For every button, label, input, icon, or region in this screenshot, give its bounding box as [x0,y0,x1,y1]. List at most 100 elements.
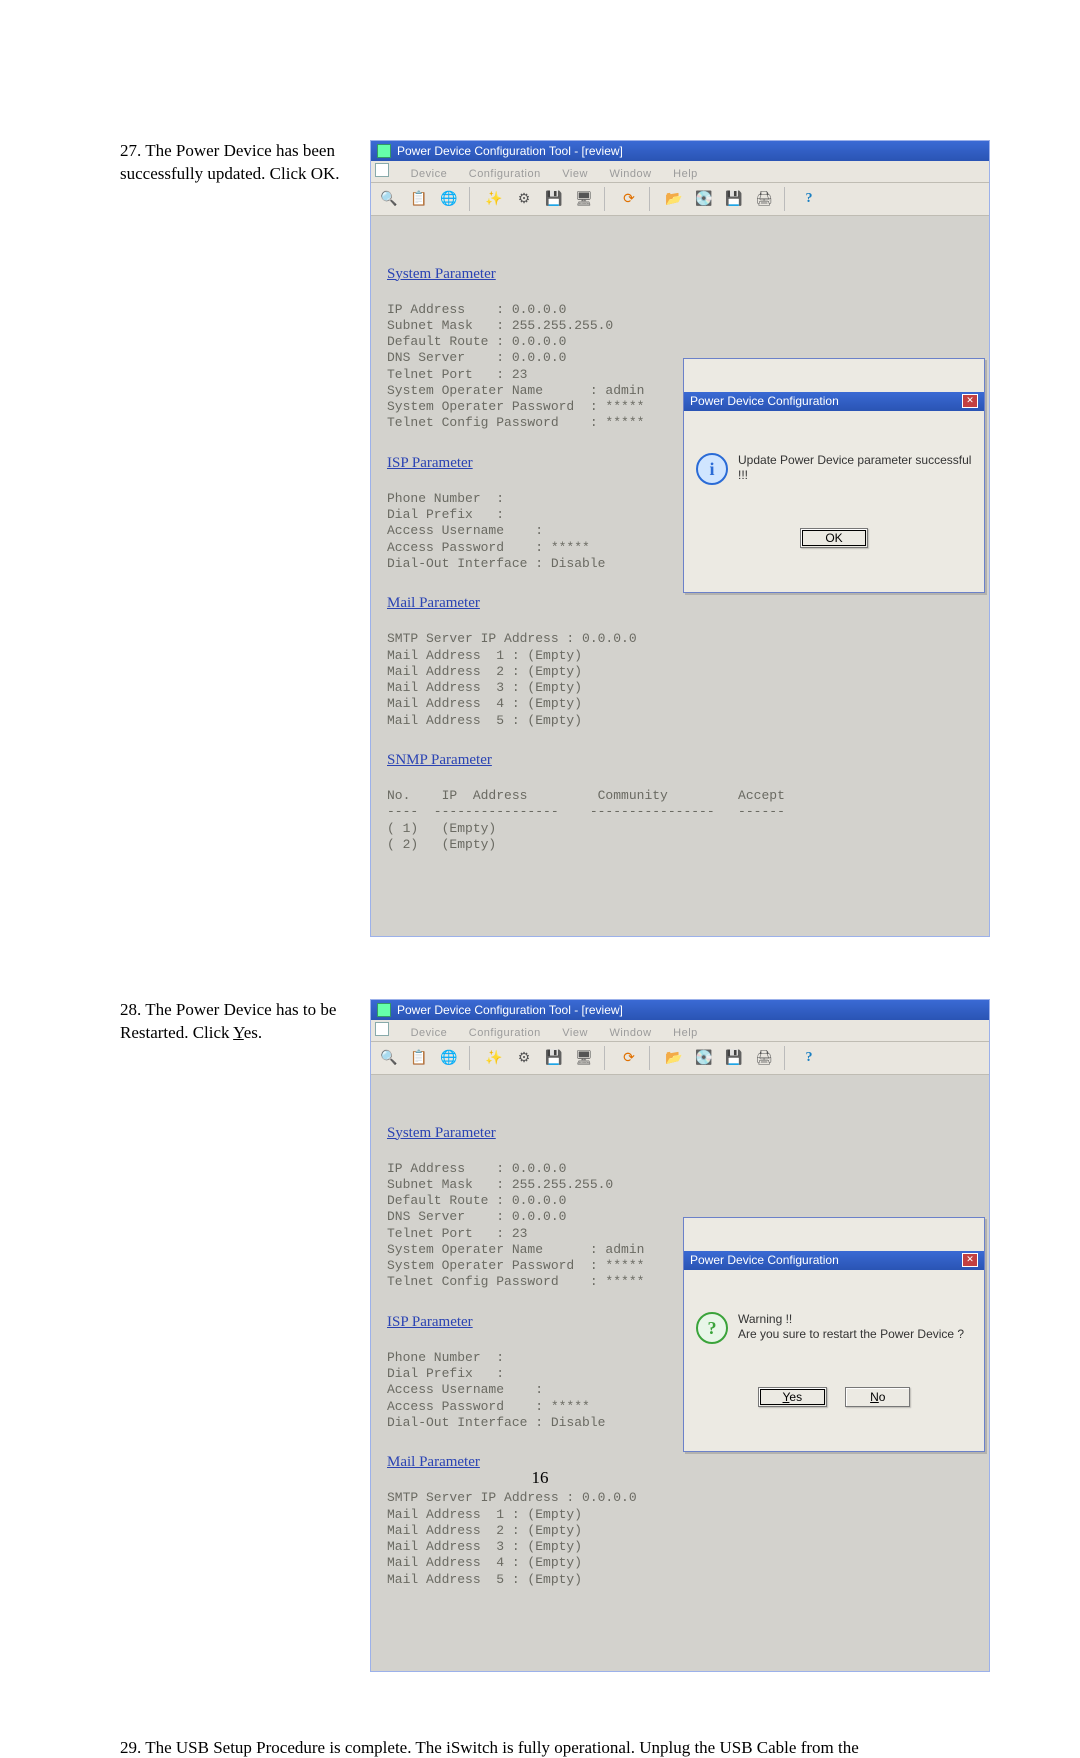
app-icon [377,144,391,158]
printer-icon[interactable]: 🖨 [752,187,776,211]
no-button[interactable]: No [845,1387,910,1407]
mail-param-line: Mail Address 5 : (Empty) [387,1572,582,1587]
floppy-icon[interactable]: 💾 [542,1046,566,1070]
popup-body: ? Warning !! Are you sure to restart the… [684,1302,984,1354]
isp-param-line: Phone Number : [387,1350,504,1365]
popup-titlebar: Power Device Configuration ✕ [684,392,984,411]
menubar[interactable]: Device Configuration View Window Help [371,161,989,183]
step-28-yes-first: Y [233,1023,244,1042]
menu-device[interactable]: Device [411,168,448,180]
list-icon[interactable]: 📋 [407,187,431,211]
step-28-number: 28. [120,1000,141,1019]
gear2-icon[interactable]: ⚙ [512,1046,536,1070]
menu-device[interactable]: Device [411,1027,448,1039]
wand-icon[interactable]: ✨ [482,187,506,211]
system-param-line: IP Address : 0.0.0.0 [387,1161,566,1176]
world-icon[interactable]: 🌐 [437,1046,461,1070]
disk-icon[interactable]: 💽 [692,187,716,211]
step-27-body: The Power Device has been successfully u… [120,141,340,183]
menu-configuration[interactable]: Configuration [469,168,541,180]
search-icon[interactable]: 🔍 [377,1046,401,1070]
step-29-text: 29. The USB Setup Procedure is complete.… [120,1738,990,1758]
printer-icon[interactable]: 🖨 [752,1046,776,1070]
floppy-icon[interactable]: 💾 [542,187,566,211]
system-param-line: DNS Server : 0.0.0.0 [387,350,566,365]
isp-param-line: Access Username : [387,1382,543,1397]
system-param-line: Telnet Config Password : ***** [387,415,644,430]
menu-view[interactable]: View [562,1027,588,1039]
toolbar: 🔍 📋 🌐 ✨ ⚙ 💾 🖥 ⟳ 📂 💽 💾 🖨 ? [371,183,989,216]
disk-icon[interactable]: 💽 [692,1046,716,1070]
snmp-param-line: No. IP Address Community Accept [387,788,785,803]
wand-icon[interactable]: ✨ [482,1046,506,1070]
help-icon[interactable]: ? [797,1046,821,1070]
menu-help[interactable]: Help [673,168,698,180]
mail-param-line: Mail Address 5 : (Empty) [387,713,582,728]
mail-param-line: SMTP Server IP Address : 0.0.0.0 [387,631,637,646]
toolbar-separator [649,1046,654,1070]
system-parameter-title: System Parameter [387,1124,973,1143]
popup-body: i Update Power Device parameter successf… [684,443,984,495]
step-28-click: Click [193,1023,233,1042]
monitor-icon[interactable]: 🖥 [572,187,596,211]
ok-button[interactable]: OK [800,528,867,548]
toolbar: 🔍 📋 🌐 ✨ ⚙ 💾 🖥 ⟳ 📂 💽 💾 🖨 ? [371,1042,989,1075]
menubar[interactable]: Device Configuration View Window Help [371,1020,989,1042]
help-icon[interactable]: ? [797,187,821,211]
menu-view[interactable]: View [562,168,588,180]
open-icon[interactable]: 📂 [662,187,686,211]
list-icon[interactable]: 📋 [407,1046,431,1070]
system-param-line: System Operater Password : ***** [387,1258,644,1273]
monitor-icon[interactable]: 🖥 [572,1046,596,1070]
toolbar-separator [604,1046,609,1070]
system-param-line: System Operater Name : admin [387,1242,644,1257]
system-param-line: Telnet Port : 23 [387,1226,527,1241]
system-param-line: Default Route : 0.0.0.0 [387,334,566,349]
refresh-icon[interactable]: ⟳ [617,1046,641,1070]
app-titlebar: Power Device Configuration Tool - [revie… [371,1000,989,1020]
system-param-line: Default Route : 0.0.0.0 [387,1193,566,1208]
gear2-icon[interactable]: ⚙ [512,187,536,211]
toolbar-separator [784,1046,789,1070]
step-28-yes-rest: es [244,1023,258,1042]
info-popup: Power Device Configuration ✕ i Update Po… [683,358,985,593]
system-param-line: Telnet Port : 23 [387,367,527,382]
refresh-icon[interactable]: ⟳ [617,187,641,211]
system-param-line: IP Address : 0.0.0.0 [387,302,566,317]
popup-message: Update Power Device parameter successful… [738,453,972,485]
system-param-line: System Operater Name : admin [387,383,644,398]
doc-icon [375,163,389,177]
save-icon[interactable]: 💾 [722,1046,746,1070]
app-title: Power Device Configuration Tool - [revie… [397,1003,623,1017]
menu-configuration[interactable]: Configuration [469,1027,541,1039]
mail-param-line: Mail Address 1 : (Empty) [387,648,582,663]
system-param-line: Telnet Config Password : ***** [387,1274,644,1289]
close-icon[interactable]: ✕ [962,394,978,408]
world-icon[interactable]: 🌐 [437,187,461,211]
step-27-number: 27. [120,141,141,160]
menu-help[interactable]: Help [673,1027,698,1039]
step-28-period: . [258,1023,262,1042]
app-title: Power Device Configuration Tool - [revie… [397,144,623,158]
yes-button[interactable]: Yes [758,1387,828,1407]
save-icon[interactable]: 💾 [722,187,746,211]
mail-param-line: Mail Address 2 : (Empty) [387,1523,582,1538]
isp-param-line: Dial-Out Interface : Disable [387,556,605,571]
isp-param-line: Access Username : [387,523,543,538]
close-icon[interactable]: ✕ [962,1253,978,1267]
step-27-text: 27. The Power Device has been successful… [120,140,350,186]
mail-param-line: Mail Address 4 : (Empty) [387,1555,582,1570]
menu-window[interactable]: Window [609,1027,651,1039]
menu-window[interactable]: Window [609,168,651,180]
search-icon[interactable]: 🔍 [377,187,401,211]
config-content: System Parameter IP Address : 0.0.0.0 Su… [371,216,989,936]
popup-warning-heading: Warning !! [738,1312,964,1327]
app-window-27: Power Device Configuration Tool - [revie… [370,140,990,937]
info-icon: i [696,453,728,485]
open-icon[interactable]: 📂 [662,1046,686,1070]
toolbar-separator [469,187,474,211]
system-param-line: DNS Server : 0.0.0.0 [387,1209,566,1224]
mail-parameter-title: Mail Parameter [387,594,973,613]
app-titlebar: Power Device Configuration Tool - [revie… [371,141,989,161]
warning-popup: Power Device Configuration ✕ ? Warning !… [683,1217,985,1452]
